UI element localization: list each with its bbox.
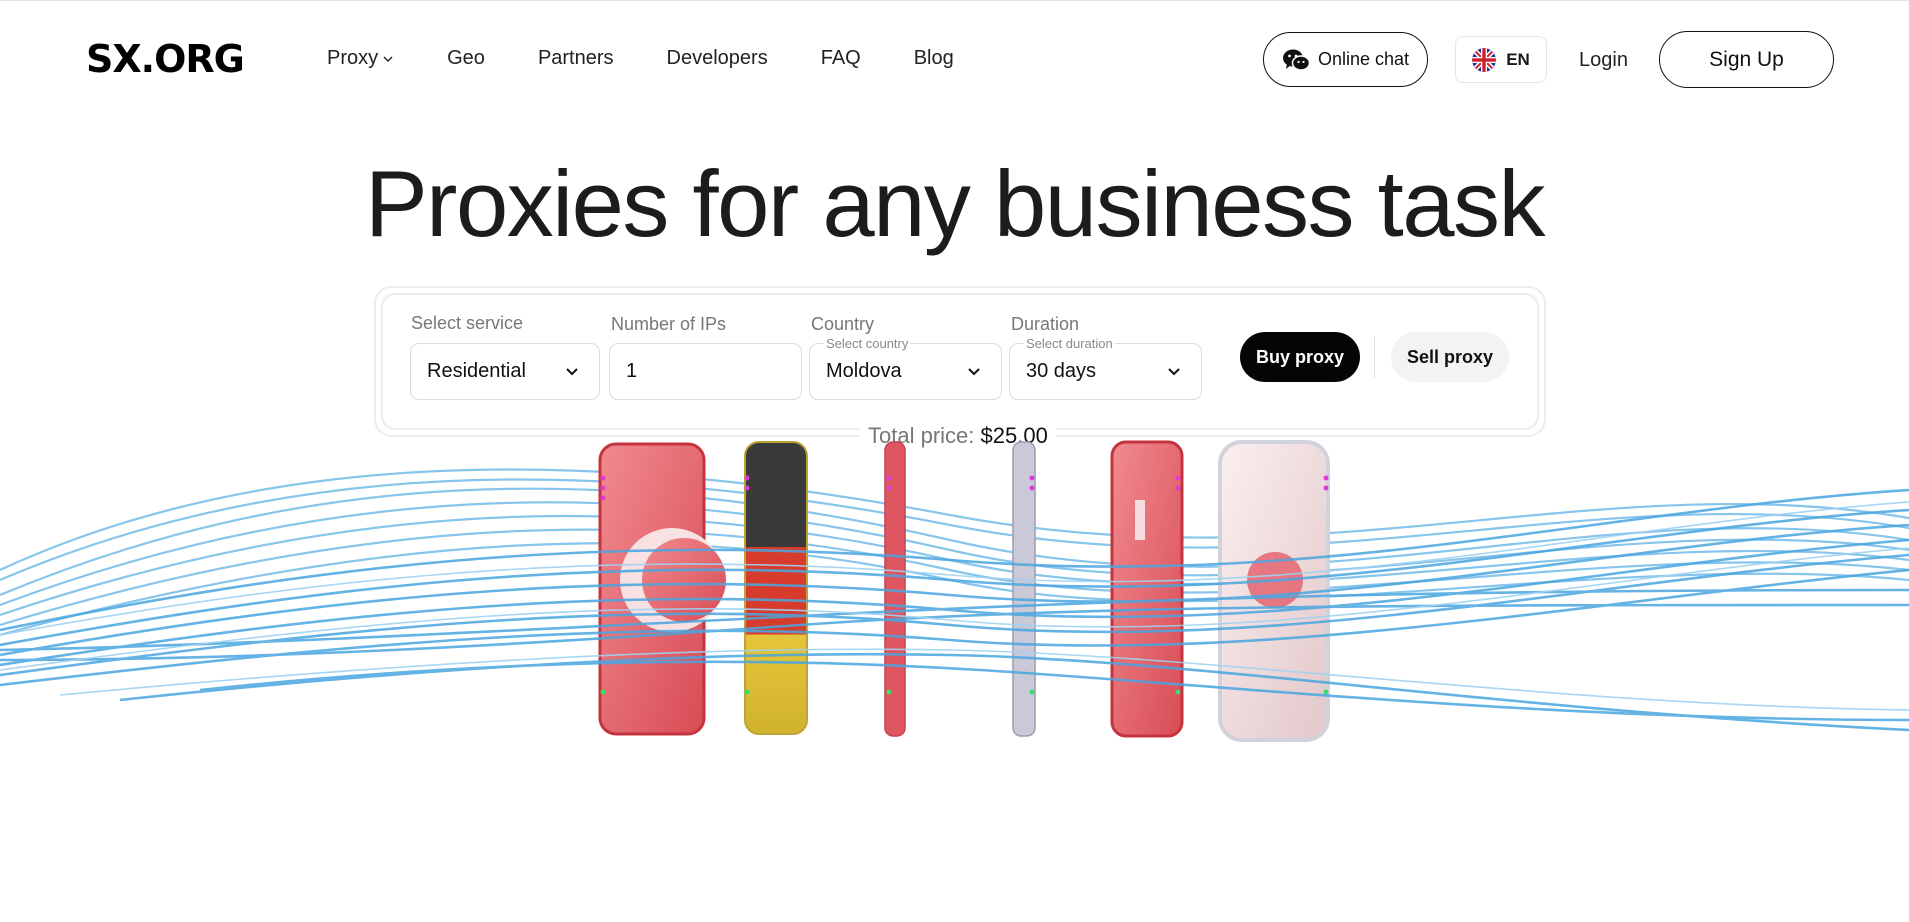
nav-item-partners[interactable]: Partners <box>538 47 614 70</box>
online-chat-label: Online chat <box>1317 49 1410 69</box>
nav-item-label: Developers <box>666 47 768 69</box>
country-select[interactable]: Moldova <box>809 343 1002 400</box>
service-value: Residential <box>427 360 526 382</box>
duration-value: 30 days <box>1026 360 1097 382</box>
hero-illustration <box>0 440 1909 742</box>
online-chat-button[interactable]: Online chat <box>1263 32 1428 87</box>
country-value: Moldova <box>826 360 902 382</box>
login-link[interactable]: Login <box>1579 49 1628 72</box>
chevron-down-icon <box>566 368 578 376</box>
ips-label: Number of IPs <box>611 314 727 334</box>
nav-item-faq[interactable]: FAQ <box>821 47 861 70</box>
nav-item-label: Partners <box>537 47 614 69</box>
uk-flag-icon <box>1472 47 1497 72</box>
main-nav: Proxy Geo Partners Developers FAQ Blog <box>327 47 1007 70</box>
country-sub-label: Select country <box>824 336 911 351</box>
page-title: Proxies for any business task <box>364 151 1546 256</box>
language-selector[interactable]: EN <box>1455 36 1547 83</box>
nav-item-label: Proxy <box>327 47 379 69</box>
nav-item-blog[interactable]: Blog <box>914 47 954 70</box>
chevron-down-icon <box>383 56 393 62</box>
nav-item-label: Geo <box>447 47 485 69</box>
nav-item-label: Blog <box>913 47 954 69</box>
duration-select[interactable]: 30 days <box>1009 343 1202 400</box>
nav-item-developers[interactable]: Developers <box>667 47 768 70</box>
ips-input[interactable]: 1 <box>609 343 802 400</box>
language-label: EN <box>1506 49 1530 69</box>
nav-item-geo[interactable]: Geo <box>447 47 485 70</box>
wechat-icon <box>1282 49 1310 71</box>
service-label: Select service <box>411 313 524 333</box>
nav-item-label: FAQ <box>820 47 861 69</box>
site-header: SX.ORG Proxy Geo Partners Developers FAQ… <box>0 0 1909 118</box>
logo[interactable]: SX.ORG <box>86 37 245 81</box>
divider <box>1374 336 1375 378</box>
nav-item-proxy[interactable]: Proxy <box>327 47 394 70</box>
country-label: Country <box>811 314 875 334</box>
ips-value: 1 <box>626 360 638 382</box>
buy-proxy-button[interactable]: Buy proxy <box>1240 332 1360 382</box>
service-select[interactable]: Residential <box>410 343 600 400</box>
sell-proxy-button[interactable]: Sell proxy <box>1391 332 1509 382</box>
chevron-down-icon <box>1168 368 1180 376</box>
chevron-down-icon <box>968 368 980 376</box>
sign-up-button[interactable]: Sign Up <box>1659 31 1834 88</box>
logo-text: SX.ORG <box>86 37 245 81</box>
flag-tiles <box>598 440 1330 742</box>
duration-sub-label: Select duration <box>1024 336 1115 351</box>
duration-label: Duration <box>1011 314 1080 334</box>
